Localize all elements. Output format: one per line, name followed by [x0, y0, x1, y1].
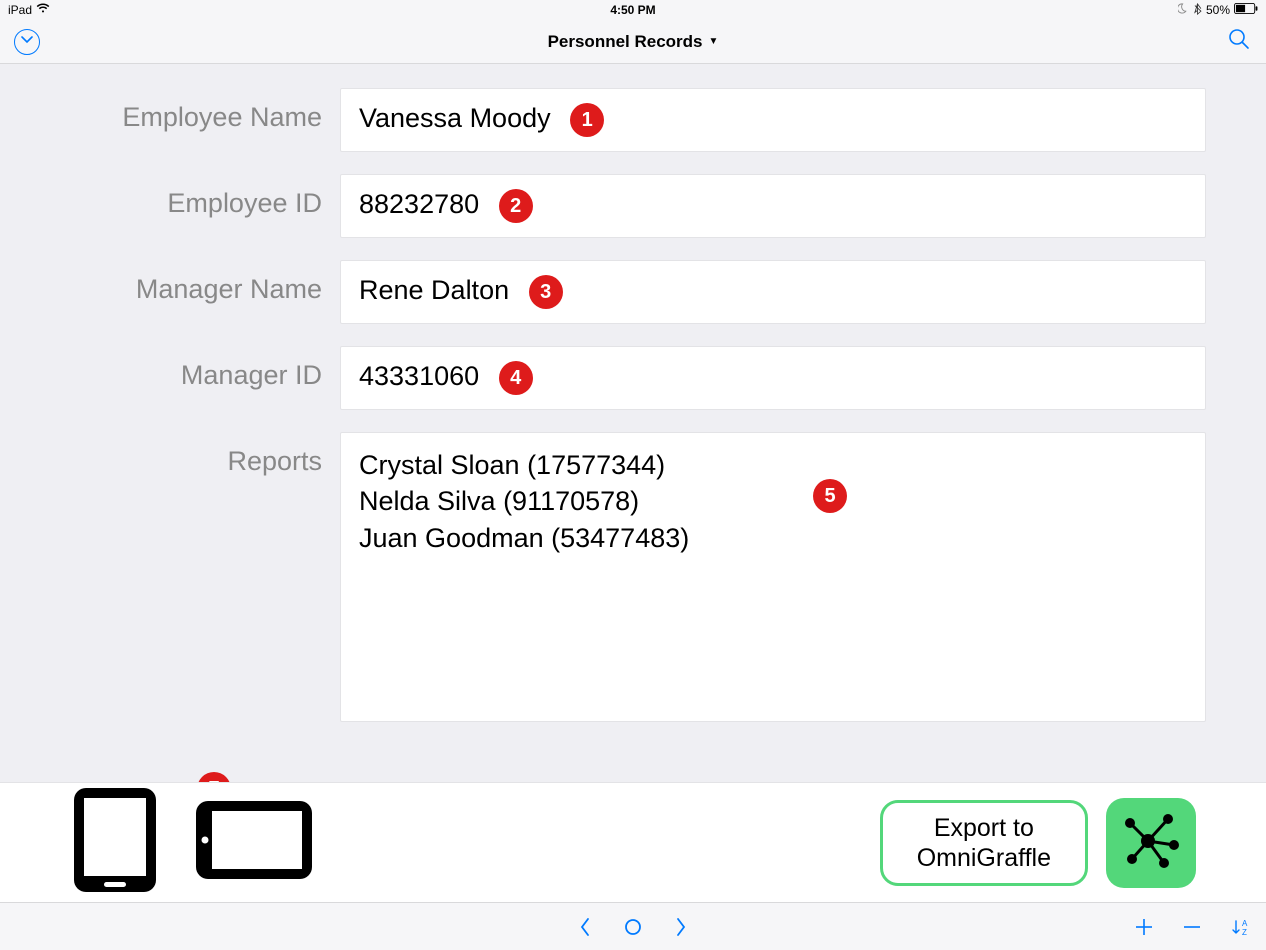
label-reports: Reports [60, 432, 340, 477]
svg-text:A: A [1242, 919, 1248, 928]
export-label-line1: Export to [917, 813, 1051, 843]
export-area: Export to OmniGraffle [880, 798, 1196, 888]
toolbar-right-group: AZ [1134, 917, 1250, 937]
svg-text:Z: Z [1242, 928, 1247, 937]
wifi-icon [36, 3, 50, 17]
field-manager-id[interactable]: 43331060 4 [340, 346, 1206, 410]
field-employee-id[interactable]: 88232780 2 [340, 174, 1206, 238]
field-manager-name[interactable]: Rene Dalton 3 [340, 260, 1206, 324]
callout-badge-2: 2 [499, 189, 533, 223]
minus-icon [1182, 917, 1202, 937]
status-bar-time: 4:50 PM [610, 3, 655, 17]
omnigraffle-app-button[interactable] [1106, 798, 1196, 888]
nav-bar: Personnel Records ▼ [0, 20, 1266, 64]
battery-icon [1234, 3, 1258, 17]
device-icons [70, 786, 314, 899]
field-employee-name[interactable]: Vanessa Moody 1 [340, 88, 1206, 152]
bluetooth-icon [1193, 3, 1202, 18]
tablet-landscape-icon [194, 870, 314, 887]
value-manager-name: Rene Dalton [359, 275, 509, 305]
tablet-portrait-icon [70, 881, 160, 898]
carrier-label: iPad [8, 3, 32, 17]
search-button[interactable] [1226, 29, 1252, 55]
tablet-landscape-button[interactable] [194, 797, 314, 888]
row-manager-id: Manager ID 43331060 4 [60, 346, 1206, 410]
sort-button[interactable]: AZ [1230, 917, 1250, 937]
bottom-toolbar: AZ [0, 902, 1266, 950]
plus-icon [1134, 917, 1154, 937]
callout-badge-4: 4 [499, 361, 533, 395]
record-indicator-button[interactable] [623, 917, 643, 937]
nav-title-text: Personnel Records [548, 32, 703, 52]
chevron-left-icon [575, 917, 595, 937]
nav-title[interactable]: Personnel Records ▼ [548, 32, 719, 52]
callout-badge-1: 1 [570, 103, 604, 137]
sort-icon: AZ [1230, 917, 1250, 937]
bottom-area: Export to OmniGraffle [0, 782, 1266, 902]
toolbar-nav-group [575, 917, 691, 937]
export-button[interactable]: Export to OmniGraffle [880, 800, 1088, 886]
prev-record-button[interactable] [575, 917, 595, 937]
graph-network-icon [1120, 809, 1182, 876]
callout-badge-3: 3 [529, 275, 563, 309]
search-icon [1227, 27, 1251, 56]
add-record-button[interactable] [1134, 917, 1154, 937]
status-bar-left: iPad [8, 3, 50, 17]
row-reports: Reports Crystal Sloan (17577344) Nelda S… [60, 432, 1206, 722]
moon-icon [1178, 3, 1189, 17]
chevron-down-icon [21, 33, 33, 51]
report-line-1: Crystal Sloan (17577344) [359, 447, 1187, 483]
row-manager-name: Manager Name Rene Dalton 3 [60, 260, 1206, 324]
tablet-portrait-button[interactable] [70, 786, 160, 899]
callout-badge-5: 5 [813, 479, 847, 513]
status-bar-right: 50% [1178, 3, 1258, 18]
field-reports[interactable]: Crystal Sloan (17577344) Nelda Silva (91… [340, 432, 1206, 722]
label-employee-name: Employee Name [60, 88, 340, 133]
report-line-2: Nelda Silva (91170578) [359, 483, 1187, 519]
value-employee-id: 88232780 [359, 189, 479, 219]
form-content: Employee Name Vanessa Moody 1 Employee I… [0, 64, 1266, 722]
row-employee-id: Employee ID 88232780 2 [60, 174, 1206, 238]
next-record-button[interactable] [671, 917, 691, 937]
label-employee-id: Employee ID [60, 174, 340, 219]
label-manager-id: Manager ID [60, 346, 340, 391]
chevron-right-icon [671, 917, 691, 937]
status-bar: iPad 4:50 PM 50% [0, 0, 1266, 20]
row-employee-name: Employee Name Vanessa Moody 1 [60, 88, 1206, 152]
report-line-3: Juan Goodman (53477483) [359, 520, 1187, 556]
value-employee-name: Vanessa Moody [359, 103, 551, 133]
circle-icon [623, 917, 643, 937]
collapse-button[interactable] [14, 29, 40, 55]
dropdown-caret-icon: ▼ [709, 36, 719, 47]
value-manager-id: 43331060 [359, 361, 479, 391]
delete-record-button[interactable] [1182, 917, 1202, 937]
export-label-line2: OmniGraffle [917, 843, 1051, 873]
battery-percent: 50% [1206, 3, 1230, 17]
label-manager-name: Manager Name [60, 260, 340, 305]
